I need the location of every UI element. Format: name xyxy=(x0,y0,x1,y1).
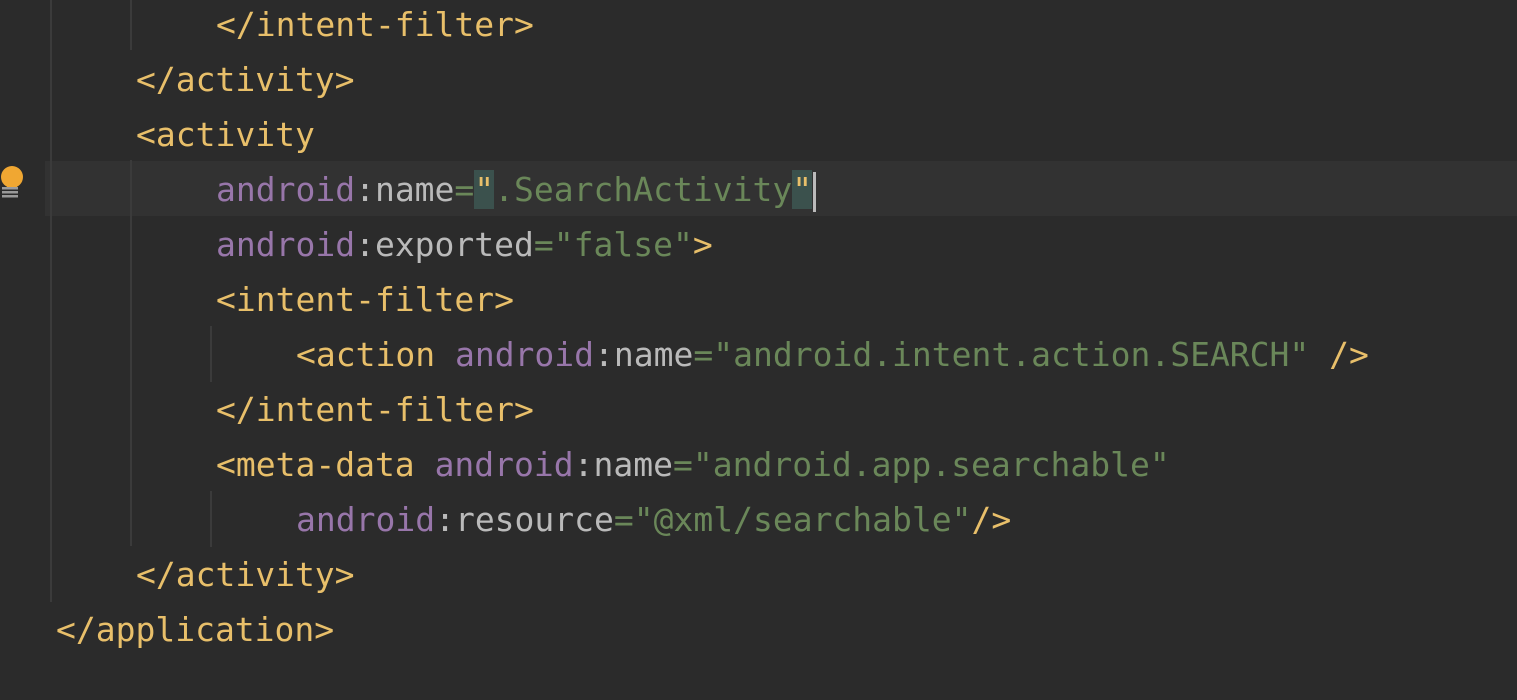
code-line[interactable]: </intent-filter> xyxy=(216,0,534,52)
attribute-name: :resource xyxy=(435,500,614,539)
indent-guide xyxy=(210,491,212,547)
xml-tag: </intent-filter> xyxy=(216,5,534,44)
xml-tag: <meta-data xyxy=(216,445,415,484)
attribute-value: .SearchActivity xyxy=(494,170,793,209)
open-quote-match: " xyxy=(474,170,495,209)
attribute-namespace: android xyxy=(216,225,356,264)
equals-sign: = xyxy=(533,225,554,264)
attribute-namespace: android xyxy=(216,170,356,209)
indent-guide xyxy=(210,326,212,382)
attribute-value: "@xml/searchable" xyxy=(633,500,972,539)
equals-sign: = xyxy=(672,445,693,484)
lightbulb-icon[interactable] xyxy=(0,165,24,201)
attribute-name: :name xyxy=(573,445,673,484)
code-line[interactable]: </activity> xyxy=(136,547,355,602)
attribute-value: "android.app.searchable" xyxy=(692,445,1170,484)
indent-guide xyxy=(130,0,132,50)
xml-tag-end: /> xyxy=(971,500,1012,539)
code-line[interactable]: </application> xyxy=(56,602,334,657)
text-caret xyxy=(813,171,817,212)
indent-guide xyxy=(50,0,52,602)
code-editor[interactable]: </intent-filter> </activity> <activity a… xyxy=(0,0,1517,700)
code-line-current[interactable]: android:name=".SearchActivity" xyxy=(216,162,817,217)
xml-tag: </intent-filter> xyxy=(216,390,534,429)
code-line[interactable]: <action android:name="android.intent.act… xyxy=(296,327,1369,382)
equals-sign: = xyxy=(693,335,714,374)
attribute-name: :name xyxy=(355,170,455,209)
equals-sign: = xyxy=(613,500,634,539)
xml-tag-end: > xyxy=(692,225,713,264)
attribute-namespace: android xyxy=(454,335,595,374)
attribute-value: "android.intent.action.SEARCH" xyxy=(713,335,1310,374)
xml-tag: </activity> xyxy=(136,555,355,594)
code-line[interactable]: </activity> xyxy=(136,52,355,107)
equals-sign: = xyxy=(454,170,475,209)
xml-tag: <action xyxy=(296,335,436,374)
attribute-value: "false" xyxy=(553,225,693,264)
attribute-namespace: android xyxy=(296,500,436,539)
attribute-name: :exported xyxy=(355,225,534,264)
xml-tag: </activity> xyxy=(136,60,355,99)
attribute-namespace: android xyxy=(434,445,574,484)
xml-tag: <intent-filter> xyxy=(216,280,515,319)
xml-tag: </application> xyxy=(56,610,335,649)
indent-guide xyxy=(130,160,132,546)
xml-tag-end: /> xyxy=(1329,335,1369,374)
code-line[interactable]: <meta-data android:name="android.app.sea… xyxy=(216,437,1170,492)
code-line[interactable]: </intent-filter> xyxy=(216,382,534,437)
attribute-name: :name xyxy=(594,335,694,374)
code-line[interactable]: android:exported="false"> xyxy=(216,217,713,272)
code-line[interactable]: android:resource="@xml/searchable"/> xyxy=(296,492,1011,547)
code-line[interactable]: <intent-filter> xyxy=(216,272,514,327)
close-quote-match: " xyxy=(792,170,813,209)
xml-tag: <activity xyxy=(136,115,315,154)
code-line[interactable]: <activity xyxy=(136,107,315,162)
